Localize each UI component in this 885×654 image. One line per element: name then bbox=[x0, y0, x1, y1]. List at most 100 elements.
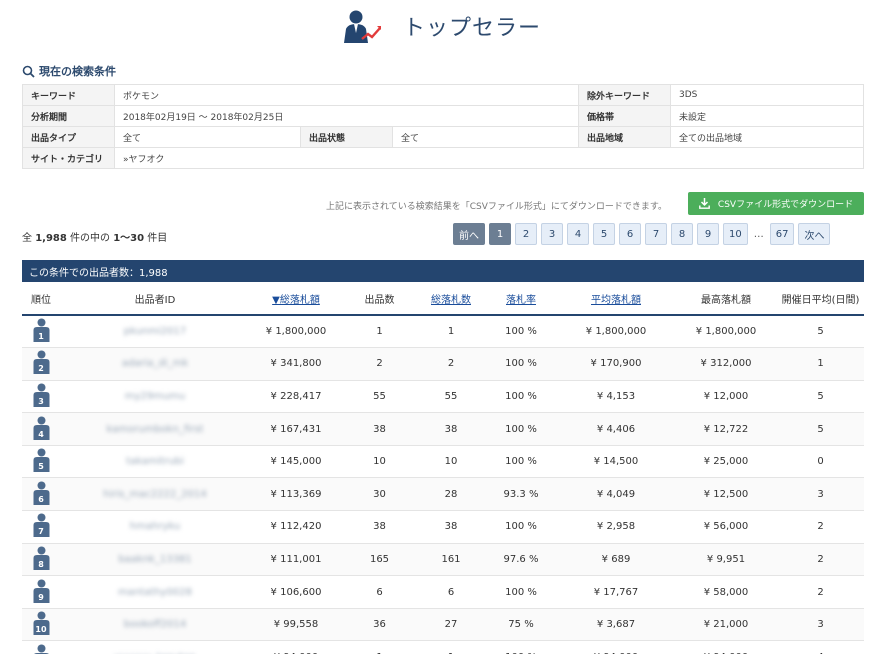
seller-id-cell: kamorumbokn_first bbox=[60, 412, 250, 446]
page-button-3[interactable]: 3 bbox=[541, 223, 563, 245]
seller-id-link[interactable]: hiris_mac2222_2014 bbox=[103, 489, 206, 500]
seller-id-cell: hiris_mac2222_2014 bbox=[60, 477, 250, 512]
csv-note: 上記に表示されている検索結果を「CSVファイル形式」にてダウンロードできます。 bbox=[326, 202, 667, 212]
page-button-10[interactable]: 10 bbox=[723, 223, 748, 245]
conditions-title: 現在の検索条件 bbox=[22, 63, 116, 79]
seller-id-link[interactable]: pkunmi2017 bbox=[124, 326, 186, 337]
cond-label: 価格帯 bbox=[578, 105, 671, 127]
page-button-last[interactable]: 67 bbox=[769, 223, 795, 245]
seller-id-link[interactable]: bookoff2014 bbox=[124, 619, 186, 630]
rank-person-icon: 5 bbox=[33, 448, 50, 473]
table-row: 5 takamitrubi ¥ 145,000 10 10 100 % ¥ 14,500 ¥ … bbox=[22, 445, 864, 479]
cond-label: 分析期間 bbox=[22, 105, 115, 127]
cond-label: サイト・カテゴリ bbox=[22, 147, 115, 169]
days-cell: 5 bbox=[777, 412, 864, 446]
seller-id-link[interactable]: my29mumu bbox=[125, 391, 186, 402]
page-button-9[interactable]: 9 bbox=[697, 223, 719, 245]
next-page-button[interactable]: 次へ bbox=[798, 223, 831, 245]
days-cell: 3 bbox=[777, 477, 864, 512]
sold-cell: 55 bbox=[417, 380, 485, 414]
cond-label: 除外キーワード bbox=[578, 84, 671, 106]
rate-cell: 100 % bbox=[485, 510, 557, 544]
count-range: 1〜30 bbox=[113, 233, 145, 244]
rank-number: 10 bbox=[35, 625, 47, 635]
csv-download-button[interactable]: CSVファイル形式でダウンロード bbox=[688, 192, 864, 215]
cond-value-exclude: 3DS bbox=[670, 84, 864, 106]
sold-cell: 28 bbox=[417, 477, 485, 512]
seller-id-link[interactable]: baaknk_13381 bbox=[118, 554, 191, 565]
seller-id-link[interactable]: hmahryku bbox=[130, 521, 180, 532]
table-row: 9 mantathy0028 ¥ 106,600 6 6 100 % ¥ 17,767 ¥ 5… bbox=[22, 575, 864, 609]
avg-cell: ¥ 170,900 bbox=[557, 347, 675, 381]
conditions-table: キーワード ポケモン 除外キーワード 3DS 分析期間 2018年02月19日 … bbox=[22, 84, 864, 169]
page-button-4[interactable]: 4 bbox=[567, 223, 589, 245]
rank-person-icon: 10 bbox=[33, 611, 50, 636]
days-cell: 5 bbox=[777, 380, 864, 414]
rank-person-icon: 1 bbox=[33, 318, 50, 343]
page-title: トップセラー bbox=[403, 16, 542, 41]
rank-cell: 7 bbox=[22, 510, 60, 544]
seller-id-cell: baaknk_13381 bbox=[60, 543, 250, 577]
max-cell: ¥ 312,000 bbox=[675, 347, 777, 381]
seller-id-cell: mantathy0028 bbox=[60, 575, 250, 609]
seller-id-link[interactable]: adaria_di_mk bbox=[122, 358, 188, 369]
page-button-6[interactable]: 6 bbox=[619, 223, 641, 245]
prev-page-button[interactable]: 前へ bbox=[453, 223, 485, 245]
avg-cell: ¥ 1,800,000 bbox=[557, 315, 675, 349]
page-button-8[interactable]: 8 bbox=[671, 223, 693, 245]
listed-cell: 38 bbox=[342, 412, 417, 446]
page-button-7[interactable]: 7 bbox=[645, 223, 667, 245]
days-cell: 4 bbox=[777, 640, 864, 654]
col-avg-sort[interactable]: 平均落札額 bbox=[557, 282, 675, 316]
seller-id-cell: pkunmi2017 bbox=[60, 315, 250, 349]
listed-cell: 1 bbox=[342, 315, 417, 349]
page-button-2[interactable]: 2 bbox=[515, 223, 537, 245]
table-row: 3 my29mumu ¥ 228,417 55 55 100 % ¥ 4,153 ¥ 12,0… bbox=[22, 380, 864, 414]
pagination: 前へ 1 2 3 4 5 6 7 8 9 10 … 67 次へ bbox=[453, 223, 831, 245]
avg-cell: ¥ 14,500 bbox=[557, 445, 675, 479]
cond-label: 出品状態 bbox=[300, 126, 393, 148]
rank-cell: 6 bbox=[22, 477, 60, 512]
seller-id-link[interactable]: takamitrubi bbox=[126, 456, 184, 467]
rank-number: 1 bbox=[38, 332, 44, 342]
col-rate-sort[interactable]: 落札率 bbox=[485, 282, 557, 316]
max-cell: ¥ 12,500 bbox=[675, 477, 777, 512]
rank-number: 8 bbox=[38, 559, 44, 569]
rank-person-icon: 4 bbox=[33, 416, 50, 440]
rank-cell: 8 bbox=[22, 543, 60, 577]
results-heading: この条件での出品者数：1,988 bbox=[22, 260, 864, 282]
days-cell: 0 bbox=[777, 445, 864, 479]
sold-cell: 27 bbox=[417, 608, 485, 642]
table-row: 2 adaria_di_mk ¥ 341,800 2 2 100 % ¥ 170,900 ¥ … bbox=[22, 347, 864, 381]
table-row: 6 hiris_mac2222_2014 ¥ 113,369 30 28 93.3 % ¥ … bbox=[22, 477, 864, 512]
col-total-sort[interactable]: ▼総落札額 bbox=[250, 282, 342, 316]
avg-cell: ¥ 3,687 bbox=[557, 608, 675, 642]
col-sold-sort[interactable]: 総落札数 bbox=[417, 282, 485, 316]
page-button-1[interactable]: 1 bbox=[489, 223, 511, 245]
rate-cell: 100 % bbox=[485, 575, 557, 609]
total-cell: ¥ 341,800 bbox=[250, 347, 342, 381]
rank-number: 7 bbox=[38, 527, 44, 537]
listed-cell: 55 bbox=[342, 380, 417, 414]
max-cell: ¥ 21,000 bbox=[675, 608, 777, 642]
seller-id-link[interactable]: mantathy0028 bbox=[118, 587, 192, 598]
conditions-title-text: 現在の検索条件 bbox=[39, 65, 116, 78]
listed-cell: 38 bbox=[342, 510, 417, 544]
table-row: 7 hmahryku ¥ 112,420 38 38 100 % ¥ 2,958 ¥ 56,0… bbox=[22, 510, 864, 544]
rank-cell: 5 bbox=[22, 445, 60, 479]
page-button-5[interactable]: 5 bbox=[593, 223, 615, 245]
rank-cell: 4 bbox=[22, 412, 60, 446]
rank-person-icon: 2 bbox=[33, 350, 50, 375]
rate-cell: 100 % bbox=[485, 445, 557, 479]
total-cell: ¥ 228,417 bbox=[250, 380, 342, 414]
days-cell: 2 bbox=[777, 575, 864, 609]
count-total: 1,988 bbox=[35, 233, 67, 244]
seller-id-cell: adaria_di_mk bbox=[60, 347, 250, 381]
seller-id-link[interactable]: kamorumbokn_first bbox=[107, 424, 204, 435]
max-cell: ¥ 12,722 bbox=[675, 412, 777, 446]
cond-label: キーワード bbox=[22, 84, 115, 106]
cond-label: 出品タイプ bbox=[22, 126, 115, 148]
sold-cell: 161 bbox=[417, 543, 485, 577]
avg-cell: ¥ 689 bbox=[557, 543, 675, 577]
rank-cell: 2 bbox=[22, 347, 60, 381]
